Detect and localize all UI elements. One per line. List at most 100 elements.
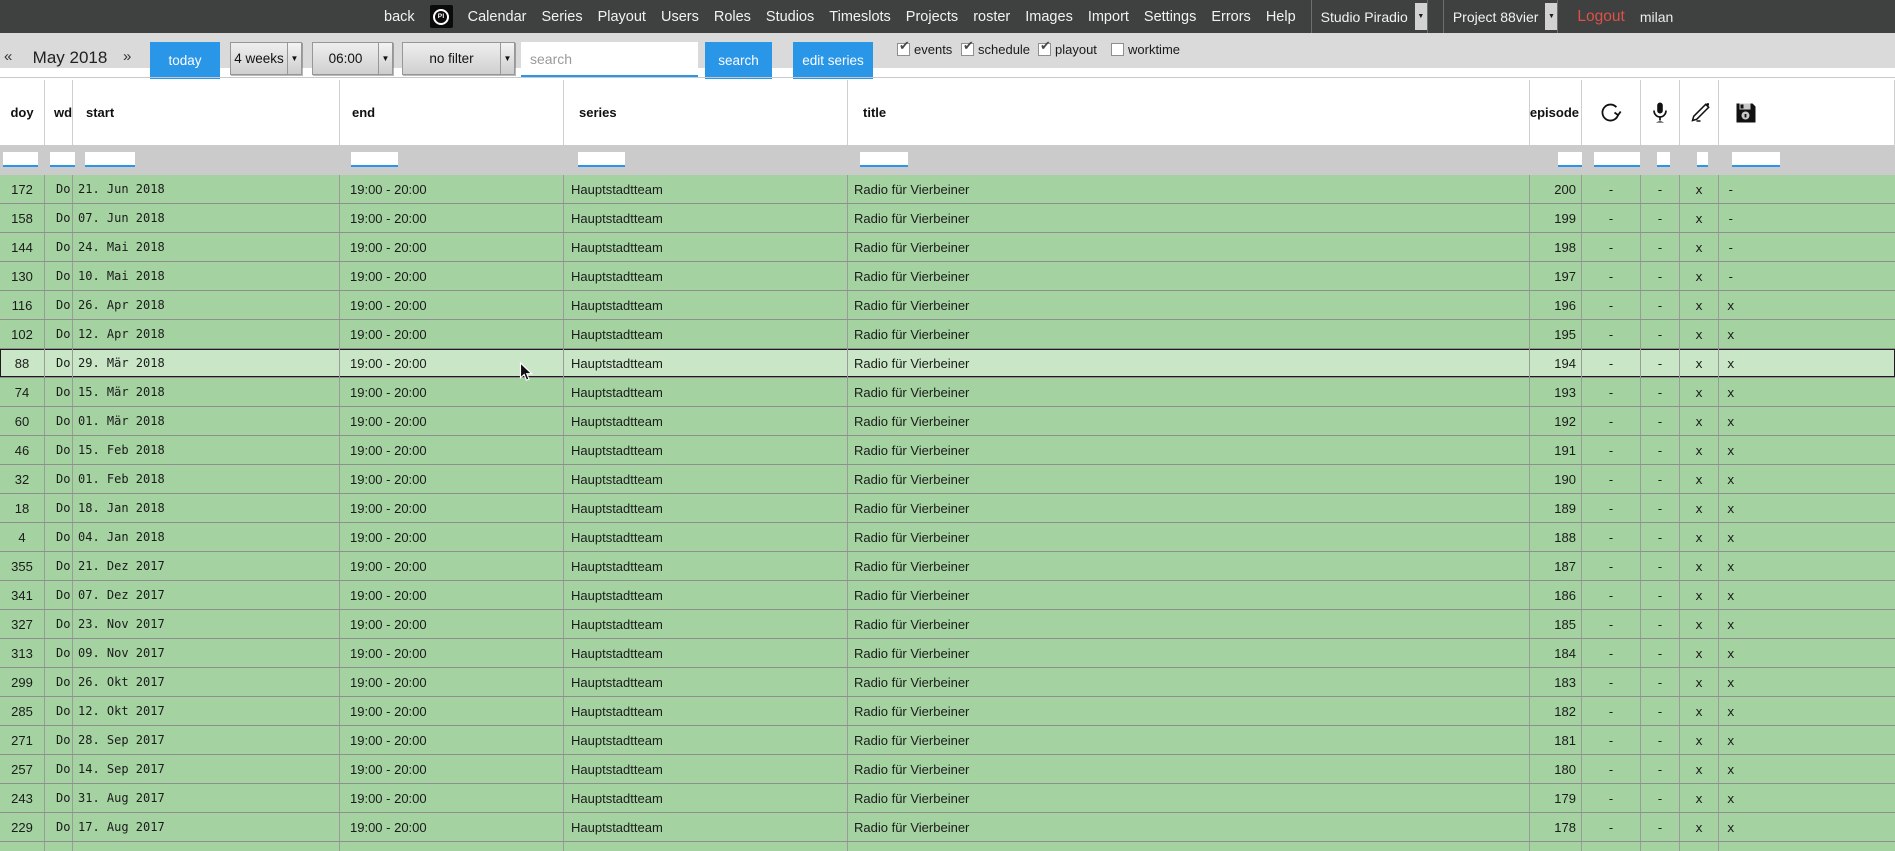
today-button[interactable]: today: [150, 42, 220, 79]
checkbox-label: playout: [1055, 42, 1097, 57]
back-button[interactable]: back: [384, 9, 415, 25]
chevron-down-icon[interactable]: ▼: [1545, 3, 1557, 30]
app-logo[interactable]: PI: [430, 5, 453, 28]
column-header-title[interactable]: title: [848, 80, 1530, 145]
cell-end: 19:00 - 20:00: [340, 697, 564, 725]
chevron-down-icon[interactable]: ▼: [287, 43, 301, 74]
checkbox-schedule[interactable]: schedule: [961, 42, 1030, 57]
table-row[interactable]: 116Do,26. Apr 201819:00 - 20:00Hauptstad…: [0, 291, 1895, 320]
range-select[interactable]: 4 weeks ▼: [230, 42, 302, 75]
cell-doy: 313: [0, 639, 45, 667]
table-row[interactable]: 130Do,10. Mai 201819:00 - 20:00Hauptstad…: [0, 262, 1895, 291]
cell-rerun: -: [1582, 697, 1641, 725]
filter-end-input[interactable]: [351, 152, 398, 167]
filter-wd-input[interactable]: [50, 152, 75, 167]
nav-item-roster[interactable]: roster: [973, 9, 1010, 25]
table-row[interactable]: 144Do,24. Mai 201819:00 - 20:00Hauptstad…: [0, 233, 1895, 262]
logout-link[interactable]: Logout: [1577, 8, 1624, 26]
nav-item-projects[interactable]: Projects: [906, 9, 958, 25]
studio-dropdown[interactable]: Studio Piradio ▼: [1311, 0, 1428, 33]
table-row[interactable]: 271Do,28. Sep 201719:00 - 20:00Hauptstad…: [0, 726, 1895, 755]
column-header-draft[interactable]: [1680, 80, 1719, 145]
filter-series-input[interactable]: [578, 152, 625, 167]
checkbox-events[interactable]: events: [897, 42, 952, 57]
cell-episode: 195: [1530, 320, 1582, 348]
table-row[interactable]: [0, 842, 1895, 851]
search-input[interactable]: [521, 42, 698, 77]
table-row[interactable]: 243Do,31. Aug 201719:00 - 20:00Hauptstad…: [0, 784, 1895, 813]
edit-series-button[interactable]: edit series: [793, 42, 873, 79]
chevron-down-icon[interactable]: ▼: [500, 43, 514, 74]
column-header-rerun[interactable]: [1582, 80, 1641, 145]
chevron-down-icon[interactable]: ▼: [1415, 3, 1427, 30]
nav-item-calendar[interactable]: Calendar: [468, 9, 527, 25]
table-row[interactable]: 4Do,04. Jan 201819:00 - 20:00Hauptstadtt…: [0, 523, 1895, 552]
table-row[interactable]: 88Do,29. Mär 201819:00 - 20:00Hauptstadt…: [0, 349, 1895, 378]
table-row[interactable]: 327Do,23. Nov 201719:00 - 20:00Hauptstad…: [0, 610, 1895, 639]
checkbox-checked-icon[interactable]: [897, 43, 910, 56]
nav-item-timeslots[interactable]: Timeslots: [829, 9, 891, 25]
filter-rerun-input[interactable]: [1594, 152, 1640, 167]
nav-item-settings[interactable]: Settings: [1144, 9, 1196, 25]
column-header-doy[interactable]: doy: [0, 80, 45, 145]
table-row[interactable]: 18Do,18. Jan 201819:00 - 20:00Hauptstadt…: [0, 494, 1895, 523]
table-row[interactable]: 285Do,12. Okt 201719:00 - 20:00Hauptstad…: [0, 697, 1895, 726]
nav-item-errors[interactable]: Errors: [1211, 9, 1250, 25]
nav-item-playout[interactable]: Playout: [598, 9, 646, 25]
table-row[interactable]: 172Do,21. Jun 201819:00 - 20:00Hauptstad…: [0, 175, 1895, 204]
nav-item-series[interactable]: Series: [541, 9, 582, 25]
search-button[interactable]: search: [705, 42, 772, 79]
filter-live-input[interactable]: [1657, 152, 1670, 167]
table-row[interactable]: 60Do,01. Mär 201819:00 - 20:00Hauptstadt…: [0, 407, 1895, 436]
table-row[interactable]: 74Do,15. Mär 201819:00 - 20:00Hauptstadt…: [0, 378, 1895, 407]
time-select[interactable]: 06:00 ▼: [312, 42, 393, 75]
filter-draft-input[interactable]: [1697, 152, 1708, 167]
cell-episode: [1530, 842, 1582, 851]
table-row[interactable]: 32Do,01. Feb 201819:00 - 20:00Hauptstadt…: [0, 465, 1895, 494]
column-header-episode[interactable]: episode: [1530, 80, 1582, 145]
column-header-saved[interactable]: [1719, 80, 1895, 145]
nav-item-import[interactable]: Import: [1088, 9, 1129, 25]
nav-item-images[interactable]: Images: [1025, 9, 1073, 25]
filter-start-input[interactable]: [85, 152, 135, 167]
table-row[interactable]: 158Do,07. Jun 201819:00 - 20:00Hauptstad…: [0, 204, 1895, 233]
filter-doy-input[interactable]: [3, 152, 38, 167]
column-header-series[interactable]: series: [564, 80, 848, 145]
table-row[interactable]: 46Do,15. Feb 201819:00 - 20:00Hauptstadt…: [0, 436, 1895, 465]
cell-live: -: [1641, 204, 1680, 232]
checkbox-playout[interactable]: playout: [1038, 42, 1097, 57]
cell-episode: 197: [1530, 262, 1582, 290]
column-header-live[interactable]: [1641, 80, 1680, 145]
nav-item-roles[interactable]: Roles: [714, 9, 751, 25]
column-header-wd[interactable]: wd: [45, 80, 73, 145]
column-header-end[interactable]: end: [340, 80, 564, 145]
table-row[interactable]: 355Do,21. Dez 201719:00 - 20:00Hauptstad…: [0, 552, 1895, 581]
prev-month-button[interactable]: «: [4, 49, 12, 65]
table-row[interactable]: 313Do,09. Nov 201719:00 - 20:00Hauptstad…: [0, 639, 1895, 668]
table-row[interactable]: 299Do,26. Okt 201719:00 - 20:00Hauptstad…: [0, 668, 1895, 697]
filter-title-input[interactable]: [860, 152, 908, 167]
cell-series: Hauptstadtteam: [564, 639, 848, 667]
filter-saved-input[interactable]: [1732, 152, 1780, 167]
table-row[interactable]: 341Do,07. Dez 201719:00 - 20:00Hauptstad…: [0, 581, 1895, 610]
nav-item-studios[interactable]: Studios: [766, 9, 814, 25]
chevron-down-icon[interactable]: ▼: [378, 43, 392, 74]
table-row[interactable]: 257Do,14. Sep 201719:00 - 20:00Hauptstad…: [0, 755, 1895, 784]
cell-wd: Do,: [45, 610, 73, 638]
checkbox-checked-icon[interactable]: [961, 43, 974, 56]
cell-doy: 4: [0, 523, 45, 551]
table-row[interactable]: 229Do,17. Aug 201719:00 - 20:00Hauptstad…: [0, 813, 1895, 842]
checkbox-unchecked-icon[interactable]: [1111, 43, 1124, 56]
checkbox-worktime[interactable]: worktime: [1111, 42, 1180, 57]
nav-item-users[interactable]: Users: [661, 9, 699, 25]
filter-episode-input[interactable]: [1558, 152, 1582, 167]
nav-item-help[interactable]: Help: [1266, 9, 1296, 25]
cell-end: 19:00 - 20:00: [340, 610, 564, 638]
table-row[interactable]: 102Do,12. Apr 201819:00 - 20:00Hauptstad…: [0, 320, 1895, 349]
next-month-button[interactable]: »: [123, 49, 131, 65]
filter-select[interactable]: no filter ▼: [402, 42, 515, 75]
checkbox-checked-icon[interactable]: [1038, 43, 1051, 56]
project-dropdown[interactable]: Project 88vier ▼: [1443, 0, 1559, 33]
cell-saved: x: [1719, 320, 1895, 348]
column-header-start[interactable]: start: [73, 80, 340, 145]
